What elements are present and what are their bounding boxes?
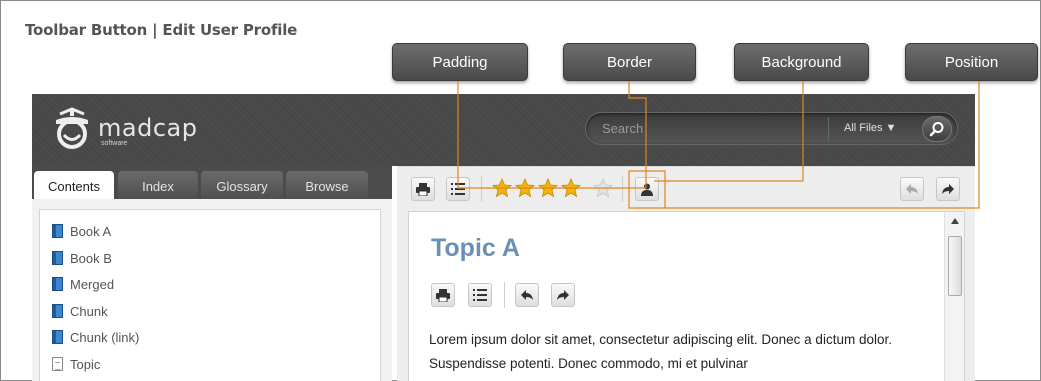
book-icon xyxy=(52,224,63,238)
toc-item-book-b[interactable]: Book B xyxy=(52,248,112,268)
topic-expand-all-button[interactable] xyxy=(468,283,492,307)
expand-all-button[interactable] xyxy=(446,177,470,201)
toolbar-separator xyxy=(622,176,623,202)
star-filled-icon[interactable] xyxy=(492,178,512,198)
callout-background: Background xyxy=(734,43,869,81)
tab-index[interactable]: Index xyxy=(118,171,198,201)
star-empty-icon[interactable] xyxy=(593,178,613,198)
list-icon xyxy=(473,289,487,301)
search-button[interactable] xyxy=(922,116,952,142)
search-divider xyxy=(828,117,829,141)
toolbar-separator xyxy=(481,176,482,202)
book-icon xyxy=(52,330,63,344)
search-input[interactable]: Search xyxy=(602,121,643,136)
arrow-right-icon xyxy=(942,184,954,194)
content-panel: Topic A Lorem ipsum dolor sit amet, cons… xyxy=(397,166,975,381)
callout-border: Border xyxy=(563,43,696,81)
page-icon xyxy=(52,357,63,371)
toc-list: Book A Book B Merged Chunk Chunk (link) … xyxy=(39,209,381,381)
list-icon xyxy=(451,183,465,195)
toc-item-label: Book B xyxy=(70,250,112,266)
toolbar-separator xyxy=(504,282,505,308)
app-header: madcap software Search All Files ▼ xyxy=(32,94,975,166)
logo-text[interactable]: madcap xyxy=(98,114,197,142)
user-profile-icon xyxy=(641,183,653,196)
print-icon xyxy=(436,288,450,302)
toc-item-label: Book A xyxy=(70,223,112,239)
toc-item-book-a[interactable]: Book A xyxy=(52,221,111,241)
edit-user-profile-button[interactable] xyxy=(635,177,659,201)
back-button[interactable] xyxy=(900,177,924,201)
search-bar: Search All Files ▼ xyxy=(585,112,958,145)
nav-panel: Book A Book B Merged Chunk Chunk (link) … xyxy=(32,199,392,381)
topic-forward-button[interactable] xyxy=(551,283,575,307)
star-filled-icon[interactable] xyxy=(515,178,535,198)
topic-back-button[interactable] xyxy=(515,283,539,307)
search-icon xyxy=(929,122,944,137)
tab-glossary[interactable]: Glossary xyxy=(201,171,283,201)
toc-item-chunk-link[interactable]: Chunk (link) xyxy=(52,327,139,347)
content-scrollbar[interactable] xyxy=(944,212,964,381)
toc-item-label: Topic xyxy=(70,356,101,372)
toc-item-merged[interactable]: Merged xyxy=(52,274,114,294)
topic-print-button[interactable] xyxy=(431,283,455,307)
arrow-left-icon xyxy=(521,290,533,300)
book-icon xyxy=(52,277,63,291)
nav-tabs: Contents Index Glossary Browse xyxy=(32,166,392,201)
screenshot-frame: Toolbar Button | Edit User Profile Paddi… xyxy=(0,0,1041,381)
callout-padding: Padding xyxy=(392,43,528,81)
toc-item-label: Chunk (link) xyxy=(70,329,140,345)
book-icon xyxy=(52,304,63,318)
arrow-left-icon xyxy=(906,184,918,194)
madcap-logo-icon xyxy=(56,107,88,149)
topic-body-text: Lorem ipsum dolor sit amet, consectetur … xyxy=(429,332,892,371)
book-icon xyxy=(52,251,63,265)
tab-contents[interactable]: Contents xyxy=(34,171,114,201)
toc-item-chunk[interactable]: Chunk xyxy=(52,301,108,321)
toc-item-label: Merged xyxy=(70,276,115,292)
topic-title: Topic A xyxy=(431,234,520,262)
forward-button[interactable] xyxy=(936,177,960,201)
toc-item-topic[interactable]: Topic xyxy=(52,354,100,374)
star-filled-icon[interactable] xyxy=(538,178,558,198)
page-title: Toolbar Button | Edit User Profile xyxy=(25,21,298,39)
scroll-up-icon[interactable] xyxy=(951,218,959,224)
print-button[interactable] xyxy=(411,177,435,201)
search-filter-dropdown[interactable]: All Files ▼ xyxy=(844,122,896,134)
topic-content: Topic A Lorem ipsum dolor sit amet, cons… xyxy=(408,211,965,381)
toc-item-label: Chunk xyxy=(70,303,108,319)
logo-subtext: software xyxy=(101,140,128,147)
tab-browse[interactable]: Browse xyxy=(286,171,368,201)
callout-position: Position xyxy=(905,43,1038,81)
star-filled-icon[interactable] xyxy=(561,178,581,198)
print-icon xyxy=(416,182,430,196)
arrow-right-icon xyxy=(557,290,569,300)
scroll-thumb[interactable] xyxy=(948,236,962,296)
